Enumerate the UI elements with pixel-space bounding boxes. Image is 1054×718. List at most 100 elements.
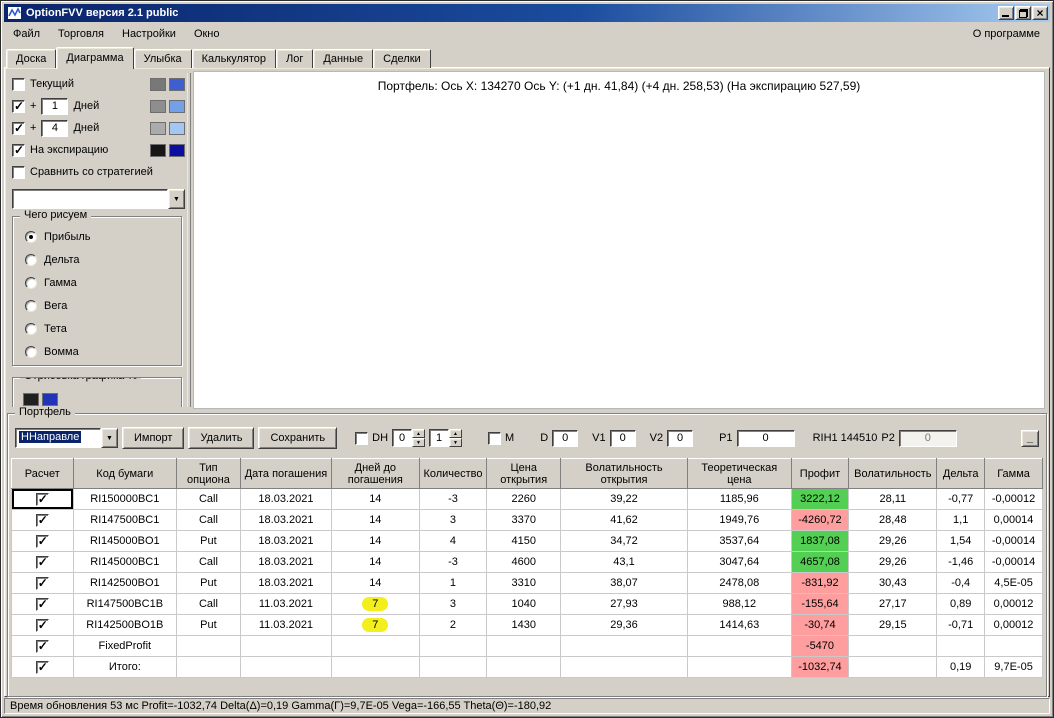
plus4-checkbox[interactable] xyxy=(12,121,25,135)
cell-delta[interactable] xyxy=(936,635,986,657)
cell-qty[interactable]: 3 xyxy=(418,509,488,531)
cell-days[interactable]: 14 xyxy=(331,551,420,573)
cell-open[interactable]: 4150 xyxy=(486,530,561,552)
col-header-gamma[interactable]: Гамма xyxy=(984,458,1043,489)
cell-qty[interactable]: 4 xyxy=(418,530,488,552)
spin-down-icon[interactable]: ▼ xyxy=(412,438,426,447)
menu-item-2[interactable]: Настройки xyxy=(113,25,185,43)
cell-delta[interactable]: 0,89 xyxy=(936,593,986,615)
cell-days[interactable] xyxy=(331,635,420,657)
cell-theo[interactable]: 3537,64 xyxy=(687,530,792,552)
cell-vol[interactable] xyxy=(848,656,938,678)
col-header-qty[interactable]: Количество xyxy=(418,458,488,489)
cell-openvol[interactable]: 41,62 xyxy=(559,509,689,531)
col-header-delta[interactable]: Дельта xyxy=(936,458,986,489)
cell-gamma[interactable]: -0,00012 xyxy=(984,488,1043,510)
cell-date[interactable]: 11.03.2021 xyxy=(239,614,333,636)
col-header-theo[interactable]: Теоретическая цена xyxy=(687,458,792,489)
cell-type[interactable]: Call xyxy=(176,509,241,531)
cell-gamma[interactable]: 0,00014 xyxy=(984,509,1043,531)
cell-days[interactable]: 7 xyxy=(331,614,420,636)
row-checkbox[interactable] xyxy=(35,639,49,653)
tab-0[interactable]: Доска xyxy=(6,49,57,68)
cell-days[interactable]: 14 xyxy=(331,488,420,510)
col-header-openvol[interactable]: Волатильность открытия xyxy=(559,458,689,489)
tab-6[interactable]: Сделки xyxy=(373,49,431,68)
cell-type[interactable]: Put xyxy=(176,614,241,636)
cell-code[interactable]: FixedProfit xyxy=(72,635,178,657)
cell-open[interactable] xyxy=(486,656,561,678)
compare-strategy-checkbox[interactable] xyxy=(12,165,25,179)
v2-input[interactable] xyxy=(667,429,694,447)
chevron-down-icon[interactable]: ▼ xyxy=(168,189,185,209)
cell-days[interactable]: 14 xyxy=(331,509,420,531)
cell-code[interactable]: RI150000BC1 xyxy=(72,488,178,510)
cell-delta[interactable]: 1,1 xyxy=(936,509,986,531)
cell-theo[interactable]: 3047,64 xyxy=(687,551,792,573)
radio-icon[interactable] xyxy=(25,299,37,312)
cell-calc[interactable] xyxy=(11,530,74,552)
cell-theo[interactable]: 1949,76 xyxy=(687,509,792,531)
cell-calc[interactable] xyxy=(11,656,74,678)
spin-up-icon[interactable]: ▲ xyxy=(449,429,463,438)
cell-open[interactable]: 2260 xyxy=(486,488,561,510)
cell-type[interactable] xyxy=(176,635,241,657)
cell-date[interactable]: 18.03.2021 xyxy=(239,572,333,594)
cell-openvol[interactable]: 39,22 xyxy=(559,488,689,510)
panel-splitter[interactable] xyxy=(187,73,191,407)
cell-date[interactable]: 18.03.2021 xyxy=(239,509,333,531)
portfolio-chart[interactable] xyxy=(194,96,1039,408)
cell-openvol[interactable]: 38,07 xyxy=(559,572,689,594)
cell-code[interactable]: RI142500BO1B xyxy=(72,614,178,636)
cell-profit[interactable]: -30,74 xyxy=(790,614,850,636)
col-header-date[interactable]: Дата погашения xyxy=(239,458,333,489)
cell-vol[interactable]: 28,11 xyxy=(848,488,938,510)
cell-gamma[interactable]: 0,00012 xyxy=(984,614,1043,636)
cell-qty[interactable] xyxy=(418,656,488,678)
cell-profit[interactable]: -5470 xyxy=(790,635,850,657)
cell-date[interactable]: 18.03.2021 xyxy=(239,551,333,573)
v1-input[interactable] xyxy=(609,429,636,447)
cell-theo[interactable]: 1414,63 xyxy=(687,614,792,636)
radio-icon[interactable] xyxy=(25,230,37,243)
cell-openvol[interactable]: 34,72 xyxy=(559,530,689,552)
cell-type[interactable]: Call xyxy=(176,488,241,510)
draw-option-3[interactable]: Вега xyxy=(13,294,181,317)
spin-up-icon[interactable]: ▲ xyxy=(412,429,426,438)
menu-about[interactable]: О программе xyxy=(963,25,1050,43)
radio-icon[interactable] xyxy=(25,253,37,266)
draw-option-1[interactable]: Дельта xyxy=(13,248,181,271)
cell-profit[interactable]: 4657,08 xyxy=(790,551,850,573)
cell-date[interactable]: 18.03.2021 xyxy=(239,488,333,510)
cell-code[interactable]: RI145000BO1 xyxy=(72,530,178,552)
tab-2[interactable]: Улыбка xyxy=(133,49,192,68)
cell-vol[interactable]: 29,15 xyxy=(848,614,938,636)
p1-input[interactable] xyxy=(736,429,795,447)
menu-item-0[interactable]: Файл xyxy=(4,25,49,43)
cell-delta[interactable]: -0,71 xyxy=(936,614,986,636)
cell-days[interactable]: 14 xyxy=(331,572,420,594)
cell-theo[interactable] xyxy=(687,656,792,678)
cell-profit[interactable]: 3222,12 xyxy=(790,488,850,510)
cell-code[interactable]: RI145000BC1 xyxy=(72,551,178,573)
cell-open[interactable] xyxy=(486,635,561,657)
draw-option-0[interactable]: Прибыль xyxy=(13,225,181,248)
import-button[interactable]: Импорт xyxy=(122,427,185,449)
col-header-open[interactable]: Цена открытия xyxy=(486,458,561,489)
cell-openvol[interactable] xyxy=(559,635,689,657)
cell-type[interactable]: Call xyxy=(176,593,241,615)
cell-delta[interactable]: -0,4 xyxy=(936,572,986,594)
cell-days[interactable]: 7 xyxy=(331,593,420,615)
cell-profit[interactable]: -4260,72 xyxy=(790,509,850,531)
col-header-calc[interactable]: Расчет xyxy=(11,458,74,489)
close-button[interactable]: × xyxy=(1032,6,1048,20)
cell-code[interactable]: RI142500BO1 xyxy=(72,572,178,594)
cell-gamma[interactable]: -0,00014 xyxy=(984,551,1043,573)
cell-profit[interactable]: -831,92 xyxy=(790,572,850,594)
row-checkbox[interactable] xyxy=(35,534,49,548)
p2-input[interactable] xyxy=(898,429,957,447)
cell-theo[interactable] xyxy=(687,635,792,657)
current-checkbox[interactable] xyxy=(12,77,25,91)
cell-calc[interactable] xyxy=(11,593,74,615)
col-header-code[interactable]: Код бумаги xyxy=(72,458,178,489)
